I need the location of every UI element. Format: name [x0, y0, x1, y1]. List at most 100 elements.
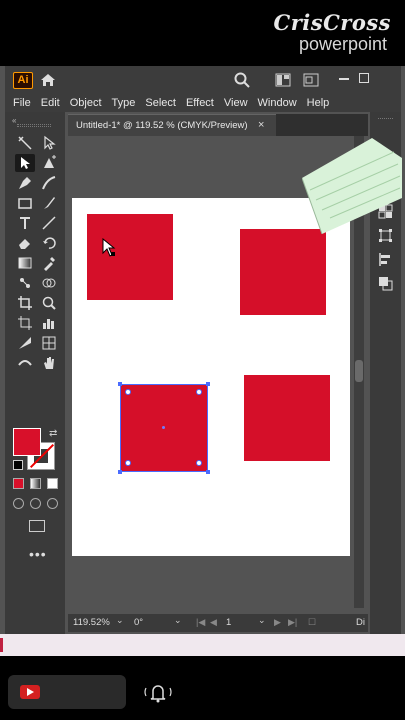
notification-bell-icon[interactable] — [140, 680, 176, 704]
edit-toolbar-button[interactable]: ••• — [29, 546, 47, 562]
screen-mode-icon[interactable] — [29, 520, 45, 532]
rotate-tool-icon[interactable] — [39, 234, 59, 252]
fill-color-swatch[interactable] — [13, 428, 41, 456]
corner-widget[interactable] — [196, 389, 202, 395]
eyedropper-tool-icon[interactable] — [39, 254, 59, 272]
resize-handle[interactable] — [118, 382, 122, 386]
color-mode-icon[interactable] — [13, 478, 24, 489]
menu-object[interactable]: Object — [70, 97, 102, 109]
menu-window[interactable]: Window — [258, 97, 297, 109]
bottom-strip — [0, 634, 405, 656]
document-tab[interactable]: Untitled-1* @ 119.52 % (CMYK/Preview) × — [68, 114, 276, 136]
collapse-panel-icon[interactable]: « — [12, 116, 16, 125]
illustrator-window: Ai File Edit Object Type Select Effect V… — [0, 66, 405, 634]
zoom-tool-icon[interactable] — [39, 294, 59, 312]
status-info[interactable]: Di — [356, 617, 365, 628]
menu-type[interactable]: Type — [112, 97, 136, 109]
rotation-field[interactable]: 0° — [134, 617, 143, 628]
menu-file[interactable]: File — [13, 97, 31, 109]
search-icon[interactable] — [233, 71, 251, 89]
arrange-documents-icon[interactable] — [275, 73, 291, 87]
eraser-tool-icon[interactable] — [15, 234, 35, 252]
resize-handle[interactable] — [118, 470, 122, 474]
pen-tool-icon[interactable] — [15, 174, 35, 192]
document-tab-title: Untitled-1* @ 119.52 % (CMYK/Preview) — [76, 120, 248, 131]
panel-grip[interactable] — [378, 118, 393, 120]
crop-tool-icon[interactable] — [15, 294, 35, 312]
panel-grip[interactable] — [17, 124, 51, 127]
shape-builder-icon[interactable] — [39, 274, 59, 292]
draw-behind-icon[interactable] — [30, 498, 41, 509]
chevron-down-icon[interactable]: ⌄ — [174, 615, 182, 626]
slice-tool-icon[interactable] — [15, 334, 35, 352]
line-tool-icon[interactable] — [39, 214, 59, 232]
artboard-navigation-icon[interactable]: ☐ — [308, 617, 316, 628]
mesh-tool-icon[interactable] — [39, 334, 59, 352]
first-artboard-icon[interactable]: |◀ — [196, 617, 205, 628]
red-square-bottom-right[interactable] — [244, 375, 330, 461]
magic-wand-tool-icon[interactable] — [15, 134, 35, 152]
none-mode-icon[interactable] — [47, 478, 58, 489]
corner-widget[interactable] — [196, 460, 202, 466]
draw-inside-icon[interactable] — [47, 498, 58, 509]
resize-handle[interactable] — [206, 382, 210, 386]
puppet-warp-icon[interactable] — [15, 274, 35, 292]
artboard[interactable] — [72, 198, 350, 556]
draw-normal-icon[interactable] — [13, 498, 24, 509]
curvature-tool-icon[interactable] — [39, 174, 59, 192]
menu-bar: File Edit Object Type Select Effect View… — [5, 94, 401, 112]
gradient-tool-icon[interactable] — [15, 254, 35, 272]
menu-view[interactable]: View — [224, 97, 248, 109]
direct-selection-tool-icon[interactable] — [39, 134, 59, 152]
graph-tool-icon[interactable] — [39, 314, 59, 332]
tools-panel: « ⇄ ••• — [5, 112, 65, 634]
mouse-cursor-icon — [102, 237, 118, 258]
last-artboard-icon[interactable]: ▶| — [288, 617, 297, 628]
artboard-number-field[interactable]: 1 — [226, 617, 231, 628]
hand-tool-icon[interactable] — [39, 354, 59, 372]
draw-mode-row — [13, 498, 59, 512]
menu-edit[interactable]: Edit — [41, 97, 60, 109]
watermark-subtitle: powerpoint — [298, 34, 387, 54]
default-colors-icon[interactable] — [13, 460, 23, 470]
add-anchor-tool-icon[interactable] — [39, 154, 59, 172]
type-tool-icon[interactable] — [15, 214, 35, 232]
menu-help[interactable]: Help — [307, 97, 330, 109]
red-square-top-left[interactable] — [87, 214, 173, 300]
chevron-down-icon[interactable]: ⌄ — [116, 615, 124, 626]
zoom-level-field[interactable]: 119.52% — [73, 617, 110, 628]
corner-widget[interactable] — [125, 389, 131, 395]
menu-effect[interactable]: Effect — [186, 97, 214, 109]
red-square-top-right[interactable] — [240, 229, 326, 315]
next-artboard-icon[interactable]: ▶ — [274, 617, 281, 628]
corner-widget[interactable] — [125, 460, 131, 466]
menu-select[interactable]: Select — [145, 97, 176, 109]
status-bar: 119.52% ⌄ 0° ⌄ |◀ ◀ 1 ⌄ ▶ ▶| ☐ Di — [68, 614, 368, 632]
home-icon[interactable] — [39, 71, 57, 89]
screen: CrisCross powerpoint Ai File Edit Object… — [0, 0, 405, 720]
panel-layout-icon[interactable] — [303, 73, 319, 87]
paper-sticker — [302, 138, 402, 234]
pathfinder-icon[interactable] — [378, 276, 393, 291]
resize-handle[interactable] — [206, 470, 210, 474]
document-tab-bar: Untitled-1* @ 119.52 % (CMYK/Preview) × — [68, 114, 368, 136]
close-tab-icon[interactable]: × — [258, 119, 264, 131]
chevron-down-icon[interactable]: ⌄ — [258, 615, 266, 626]
color-mode-row — [13, 478, 59, 492]
youtube-icon[interactable] — [20, 685, 40, 699]
youtube-bar[interactable] — [8, 675, 126, 709]
app-logo: Ai — [13, 72, 33, 89]
brush-tool-icon[interactable] — [39, 194, 59, 212]
align-icon[interactable] — [378, 252, 393, 267]
center-point — [162, 426, 165, 429]
gradient-mode-icon[interactable] — [30, 478, 41, 489]
minimize-icon[interactable] — [339, 78, 349, 80]
scrollbar-thumb[interactable] — [355, 360, 363, 382]
width-tool-icon[interactable] — [15, 354, 35, 372]
artboard-tool-icon[interactable] — [15, 314, 35, 332]
rectangle-tool-icon[interactable] — [15, 194, 35, 212]
maximize-icon[interactable] — [359, 73, 369, 83]
previous-artboard-icon[interactable]: ◀ — [210, 617, 217, 628]
swap-colors-icon[interactable]: ⇄ — [49, 428, 57, 439]
selection-tool-icon[interactable] — [15, 154, 35, 172]
